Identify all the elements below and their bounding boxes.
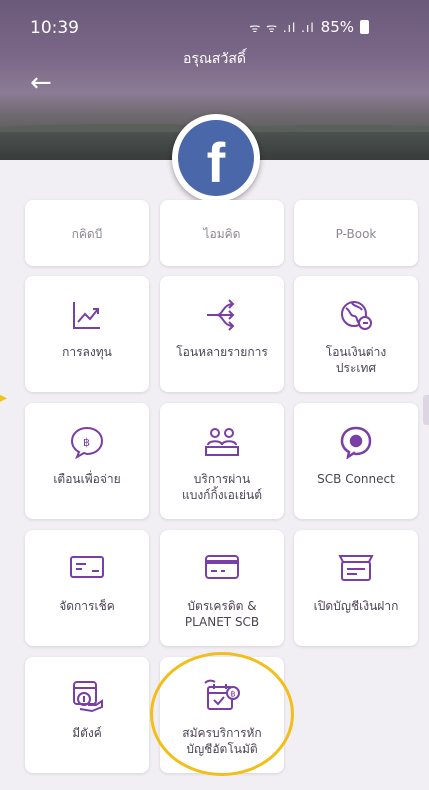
credit-card-icon <box>160 552 284 592</box>
tile-label: การลงทุน <box>62 345 112 359</box>
greeting-text: อรุณสวัสดิ์ <box>183 51 246 67</box>
tile-partial-2[interactable]: ไอมคิด <box>160 200 284 266</box>
scb-connect-icon <box>294 425 418 465</box>
svg-text:฿: ฿ <box>83 436 90 449</box>
investment-chart-icon <box>25 298 149 338</box>
signal-icon: ᯤ ᯤ .ıl .ıl <box>249 20 315 35</box>
tile-label: มีตังค์ <box>72 726 102 740</box>
multi-transfer-icon <box>160 298 284 338</box>
tile-label: เตือนเพื่อจ่าย <box>53 472 121 486</box>
status-icons: ᯤ ᯤ .ıl .ıl 85% <box>249 18 369 36</box>
tile-credit-card[interactable]: บัตรเครดิต & PLANET SCB <box>160 530 284 646</box>
tile-scb-connect[interactable]: SCB Connect <box>294 403 418 519</box>
scroll-right-indicator <box>423 395 429 425</box>
tile-label: โอนเงินต่าง ประเทศ <box>325 345 387 375</box>
tile-label: บัตรเครดิต & PLANET SCB <box>184 599 260 629</box>
tile-label: SCB Connect <box>317 472 395 486</box>
scroll-left-indicator: ▸ <box>0 390 8 406</box>
tile-label: กคิดบี <box>71 227 103 241</box>
tile-multi-transfer[interactable]: โอนหลายรายการ <box>160 276 284 392</box>
tile-international-transfer[interactable]: โอนเงินต่าง ประเทศ <box>294 276 418 392</box>
screen: 10:39 ᯤ ᯤ .ıl .ıl 85% อรุณสวัสดิ์ ← f ▸ … <box>0 0 429 790</box>
tile-cheque[interactable]: จัดการเช็ค <box>25 530 149 646</box>
payment-reminder-icon: ฿ <box>25 425 149 465</box>
highlight-circle <box>150 652 294 776</box>
tile-partial-1[interactable]: กคิดบี <box>25 200 149 266</box>
tile-label: ไอมคิด <box>203 227 241 241</box>
facebook-logo: f <box>172 114 260 202</box>
facebook-icon: f <box>178 120 254 196</box>
tile-label: บริการผ่าน แบงก์กิ้งเอเย่นต์ <box>181 472 263 502</box>
tile-label: P-Book <box>335 227 377 241</box>
tile-label: จัดการเช็ค <box>59 599 115 613</box>
wallet-icon <box>25 679 149 719</box>
banking-agent-icon <box>160 425 284 465</box>
tile-label: เปิดบัญชีเงินฝาก <box>313 599 399 613</box>
tile-label: โอนหลายรายการ <box>176 345 268 359</box>
international-transfer-icon <box>294 298 418 338</box>
tile-open-account[interactable]: เปิดบัญชีเงินฝาก <box>294 530 418 646</box>
battery-icon <box>360 20 369 34</box>
cheque-icon <box>25 552 149 592</box>
status-time: 10:39 <box>30 18 79 38</box>
tile-banking-agent[interactable]: บริการผ่าน แบงก์กิ้งเอเย่นต์ <box>160 403 284 519</box>
tile-investment[interactable]: การลงทุน <box>25 276 149 392</box>
open-account-icon <box>294 552 418 592</box>
tile-partial-3[interactable]: P-Book <box>294 200 418 266</box>
back-arrow-icon[interactable]: ← <box>30 70 52 96</box>
battery-percent: 85% <box>320 18 354 36</box>
tile-payment-reminder[interactable]: ฿ เตือนเพื่อจ่าย <box>25 403 149 519</box>
tile-wallet[interactable]: มีตังค์ <box>25 657 149 773</box>
